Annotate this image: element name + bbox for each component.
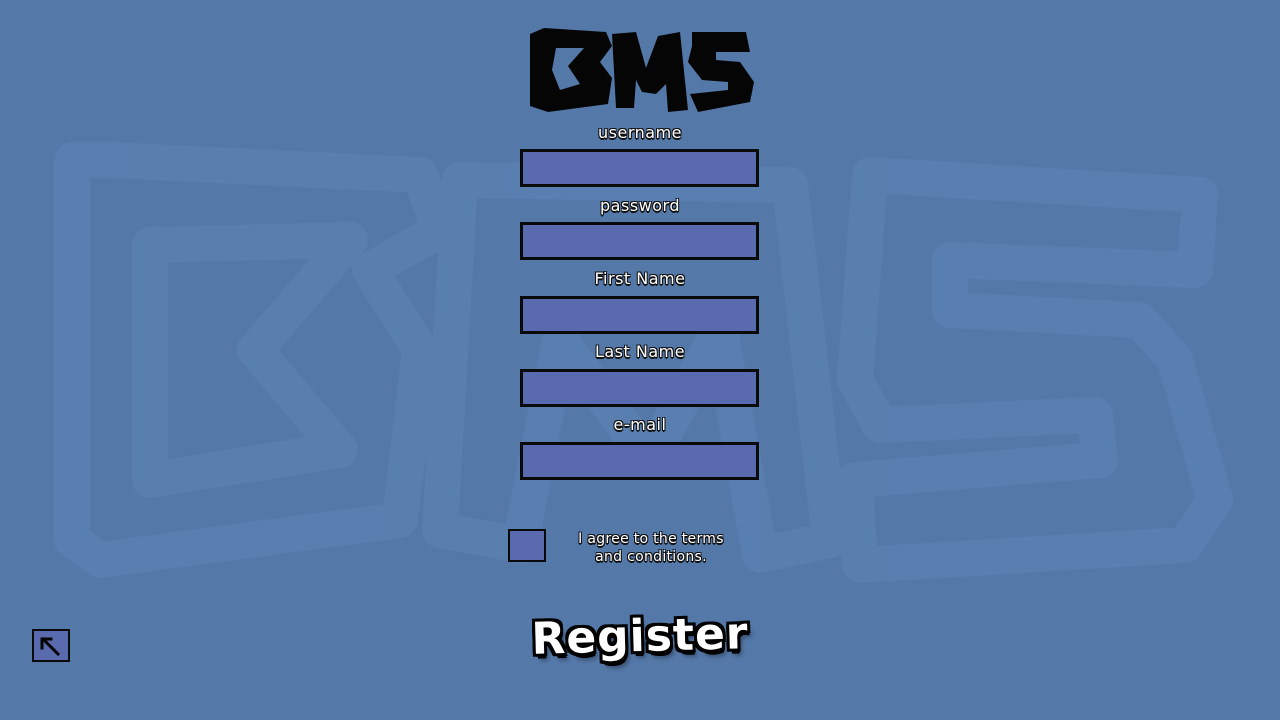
terms-label-line1: I agree to the terms: [578, 531, 724, 547]
username-input[interactable]: [520, 149, 759, 187]
terms-label: I agree to the terms and conditions.: [556, 530, 746, 566]
last-name-label: Last Name: [594, 342, 686, 361]
terms-checkbox[interactable]: [508, 529, 546, 562]
last-name-input[interactable]: [520, 369, 759, 407]
back-button[interactable]: [32, 629, 70, 662]
first-name-input[interactable]: [520, 296, 759, 334]
register-screen: username password First Name Last Name e…: [0, 0, 1280, 720]
bms-logo: [530, 28, 754, 112]
arrow-up-left-icon: [40, 636, 61, 657]
email-label: e-mail: [613, 415, 667, 434]
password-input[interactable]: [520, 222, 759, 260]
username-label: username: [598, 123, 682, 142]
terms-label-line2: and conditions.: [595, 549, 707, 565]
email-input[interactable]: [520, 442, 759, 480]
first-name-label: First Name: [594, 269, 686, 288]
register-button[interactable]: Register: [529, 602, 751, 672]
password-label: password: [600, 196, 680, 215]
